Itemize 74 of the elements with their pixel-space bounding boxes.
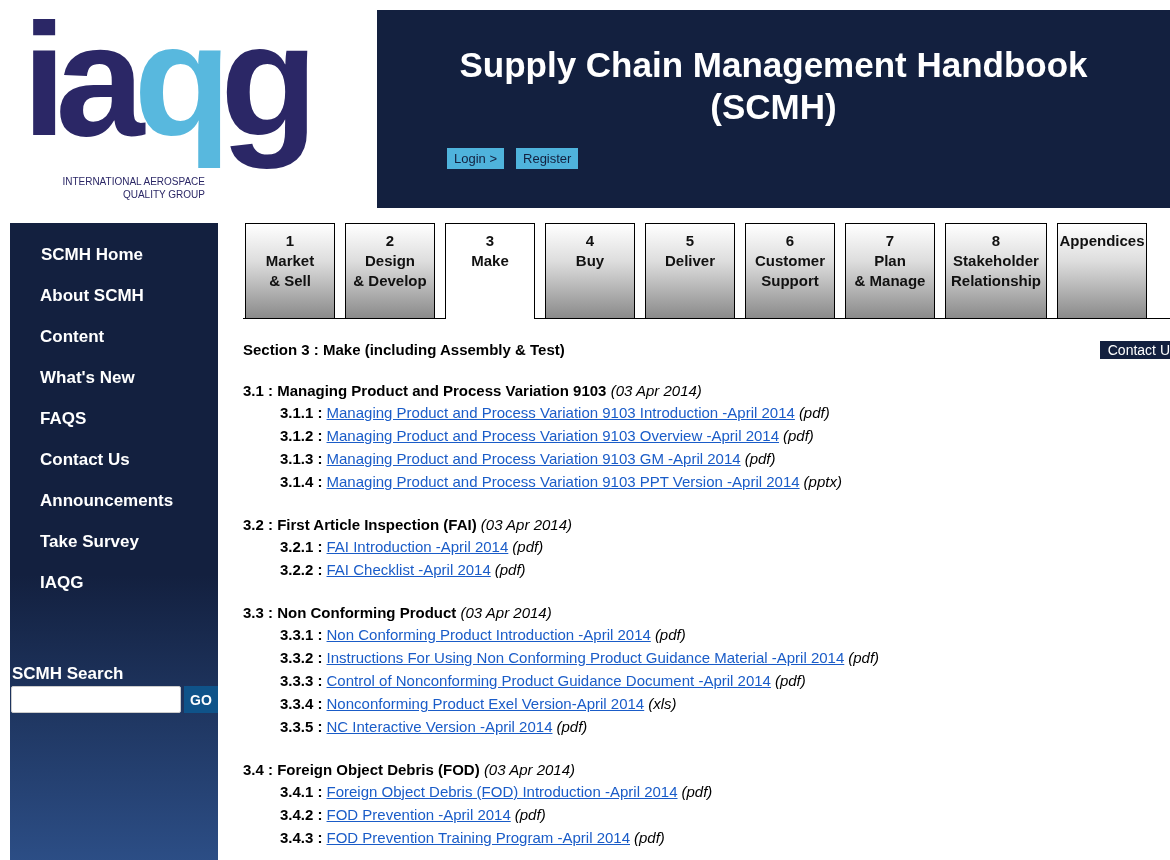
file-type: (pptx) — [803, 472, 842, 492]
file-type: (pdf) — [744, 449, 776, 469]
file-type: (pdf) — [681, 782, 713, 802]
section-heading: 3.3 : Non Conforming Product (03 Apr 2014) — [243, 603, 553, 623]
document-link[interactable]: FAI Introduction -April 2014 — [326, 535, 509, 558]
document-link[interactable]: FOD Prevention Training Program -April 2014 — [326, 826, 630, 849]
document-link[interactable]: Foreign Object Debris (FOD) Introduction -April 2014 — [326, 780, 678, 803]
section-heading: 3.2 : First Article Inspection (FAI) (03 Apr 2014) — [243, 515, 573, 535]
document-link[interactable]: FOD Prevention -April 2014 — [326, 803, 511, 826]
document-link[interactable]: Instructions For Using Non Conforming Product Guidance Material -April 2014 — [326, 646, 845, 669]
document-link[interactable]: Managing Product and Process Variation 9103 Overview -April 2014 — [326, 424, 779, 447]
file-type: (pdf) — [514, 805, 546, 825]
site-title: Supply Chain Management Handbook (SCMH) — [459, 44, 1088, 128]
section-heading: 3.4 : Foreign Object Debris (FOD) (03 Apr 2014) — [243, 760, 577, 780]
item-number: 3.1.1 : — [280, 403, 323, 423]
search-field[interactable] — [11, 686, 181, 713]
file-type: (pdf) — [556, 717, 588, 737]
sidebar-link[interactable]: Content — [10, 325, 218, 366]
item-number: 3.3.3 : — [280, 671, 323, 691]
sidebar-link[interactable]: SCMH Home — [10, 243, 218, 284]
section-title: Section 3 : Make (including Assembly & Test) — [243, 341, 565, 359]
sidebar-link[interactable]: What's New — [10, 366, 218, 407]
sidebar-link[interactable]: FAQS — [10, 407, 218, 448]
document-link[interactable]: Managing Product and Process Variation 9103 PPT Version -April 2014 — [326, 470, 800, 493]
item-number: 3.2.1 : — [280, 537, 323, 557]
tab[interactable]: 3 Make — [445, 223, 535, 319]
sidebar-link[interactable]: Announcements — [10, 489, 218, 530]
file-type: (pdf) — [634, 828, 665, 848]
section-heading: 3.1 : Managing Product and Process Variation 9103 (03 Apr 2014) — [243, 381, 703, 401]
tab[interactable]: 2 Design & Develop — [345, 223, 435, 318]
header-button[interactable]: Register — [516, 148, 579, 169]
tab[interactable]: 8 Stakeholder Relationship — [945, 223, 1047, 318]
sidebar-link[interactable]: IAQG — [10, 571, 218, 612]
item-number: 3.4.1 : — [280, 782, 323, 802]
search-label: SCMH Search — [12, 664, 125, 684]
logo-wordmark: iaqg — [22, 0, 309, 171]
file-type: (pdf) — [783, 426, 814, 446]
sidebar-link[interactable]: Take Survey — [10, 530, 218, 571]
file-type: (pdf) — [848, 648, 880, 668]
item-number: 3.3.2 : — [280, 648, 323, 668]
go-button[interactable]: GO — [184, 686, 218, 713]
item-number: 3.1.2 : — [280, 426, 323, 446]
item-number: 3.2.2 : — [280, 560, 323, 580]
file-type: (pdf) — [774, 671, 806, 691]
document-link[interactable]: Control of Nonconforming Product Guidance Document -April 2014 — [326, 669, 771, 692]
item-number: 3.3.4 : — [280, 694, 323, 714]
header-button[interactable]: Login > — [447, 148, 504, 169]
sidebar-link[interactable]: About SCMH — [10, 284, 218, 325]
tab[interactable]: Appendices — [1057, 223, 1147, 318]
document-link[interactable]: Non Conforming Product Introduction -April 2014 — [326, 623, 651, 646]
document-link[interactable]: NC Interactive Version -April 2014 — [326, 715, 553, 738]
item-number: 3.1.4 : — [280, 472, 323, 492]
document-link[interactable]: Managing Product and Process Variation 9103 Introduction -April 2014 — [326, 401, 795, 424]
tab[interactable]: 7 Plan & Manage — [845, 223, 935, 318]
file-type: (pdf) — [798, 403, 830, 423]
document-link[interactable]: FAI Checklist -April 2014 — [326, 558, 491, 581]
item-number: 3.4.2 : — [280, 805, 323, 825]
tab[interactable]: 4 Buy — [545, 223, 635, 318]
file-type: (pdf) — [512, 537, 544, 557]
file-type: (xls) — [648, 694, 677, 714]
contact-button[interactable]: Contact U — [1099, 341, 1170, 359]
item-number: 3.3.1 : — [280, 625, 323, 645]
item-number: 3.1.3 : — [280, 449, 323, 469]
logo-tagline: INTERNATIONAL AEROSPACE QUALITY GROUP — [61, 176, 205, 201]
file-type: (pdf) — [654, 625, 686, 645]
tab[interactable]: 6 Customer Support — [745, 223, 835, 318]
document-link[interactable]: Nonconforming Product Exel Version-April 2014 — [326, 692, 645, 715]
tab[interactable]: 5 Deliver — [645, 223, 735, 318]
item-number: 3.3.5 : — [280, 717, 323, 737]
file-type: (pdf) — [494, 560, 526, 580]
tab[interactable]: 1 Market & Sell — [245, 223, 335, 318]
item-number: 3.4.3 : — [280, 828, 323, 848]
sidebar-link[interactable]: Contact Us — [10, 448, 218, 489]
document-link[interactable]: Managing Product and Process Variation 9103 GM -April 2014 — [326, 447, 741, 470]
